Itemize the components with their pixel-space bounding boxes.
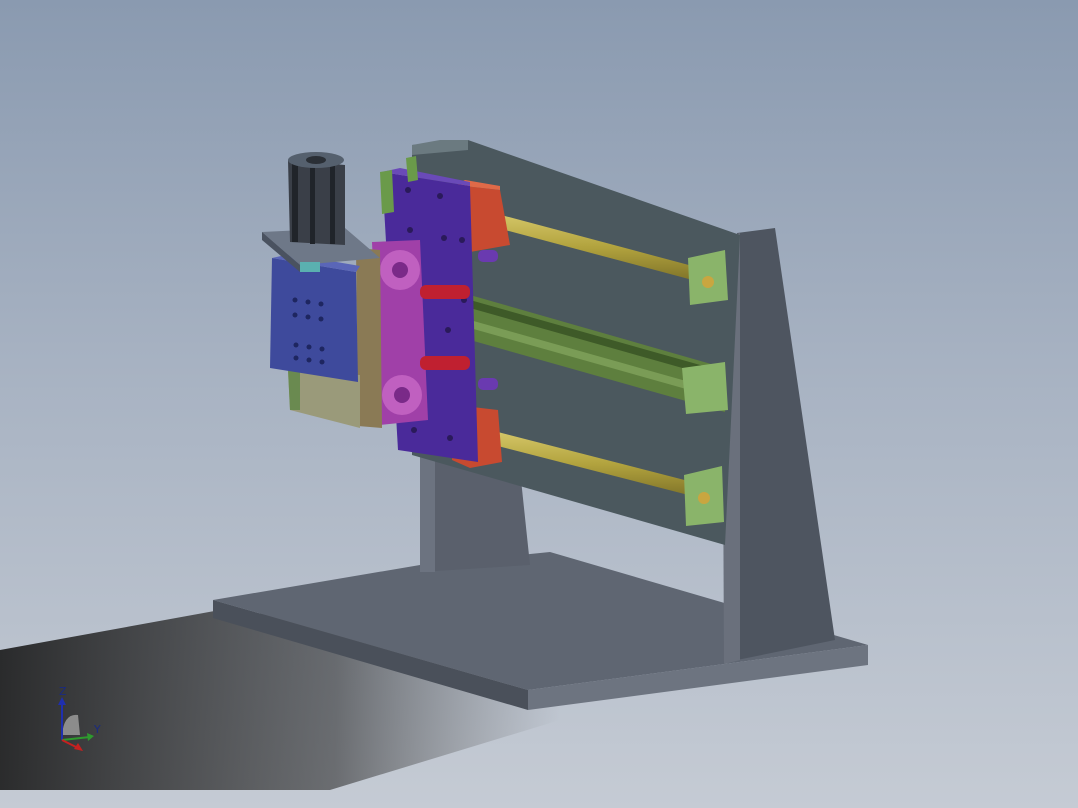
y-axis-line — [61, 736, 91, 741]
x-axis-arrow-icon — [74, 743, 83, 751]
assembly-model[interactable] — [0, 0, 1078, 808]
y-axis-label: Y — [93, 723, 101, 736]
triad-base-icon — [62, 714, 80, 735]
support-frame-right[interactable] — [722, 228, 835, 664]
z-axis-label: Z — [59, 685, 67, 698]
rod-bracket-upper[interactable] — [688, 250, 728, 305]
lifting-block[interactable] — [270, 254, 360, 382]
pneumatic-cylinder[interactable] — [288, 152, 345, 245]
coordinate-triad: Z Y — [58, 685, 101, 751]
y-axis-arrow-icon — [87, 733, 94, 741]
z-axis-arrow-icon — [58, 697, 66, 705]
cad-viewport[interactable]: Z Y — [0, 0, 1078, 808]
rod-bracket-lower[interactable] — [684, 466, 724, 526]
rail-bracket[interactable] — [682, 362, 728, 414]
